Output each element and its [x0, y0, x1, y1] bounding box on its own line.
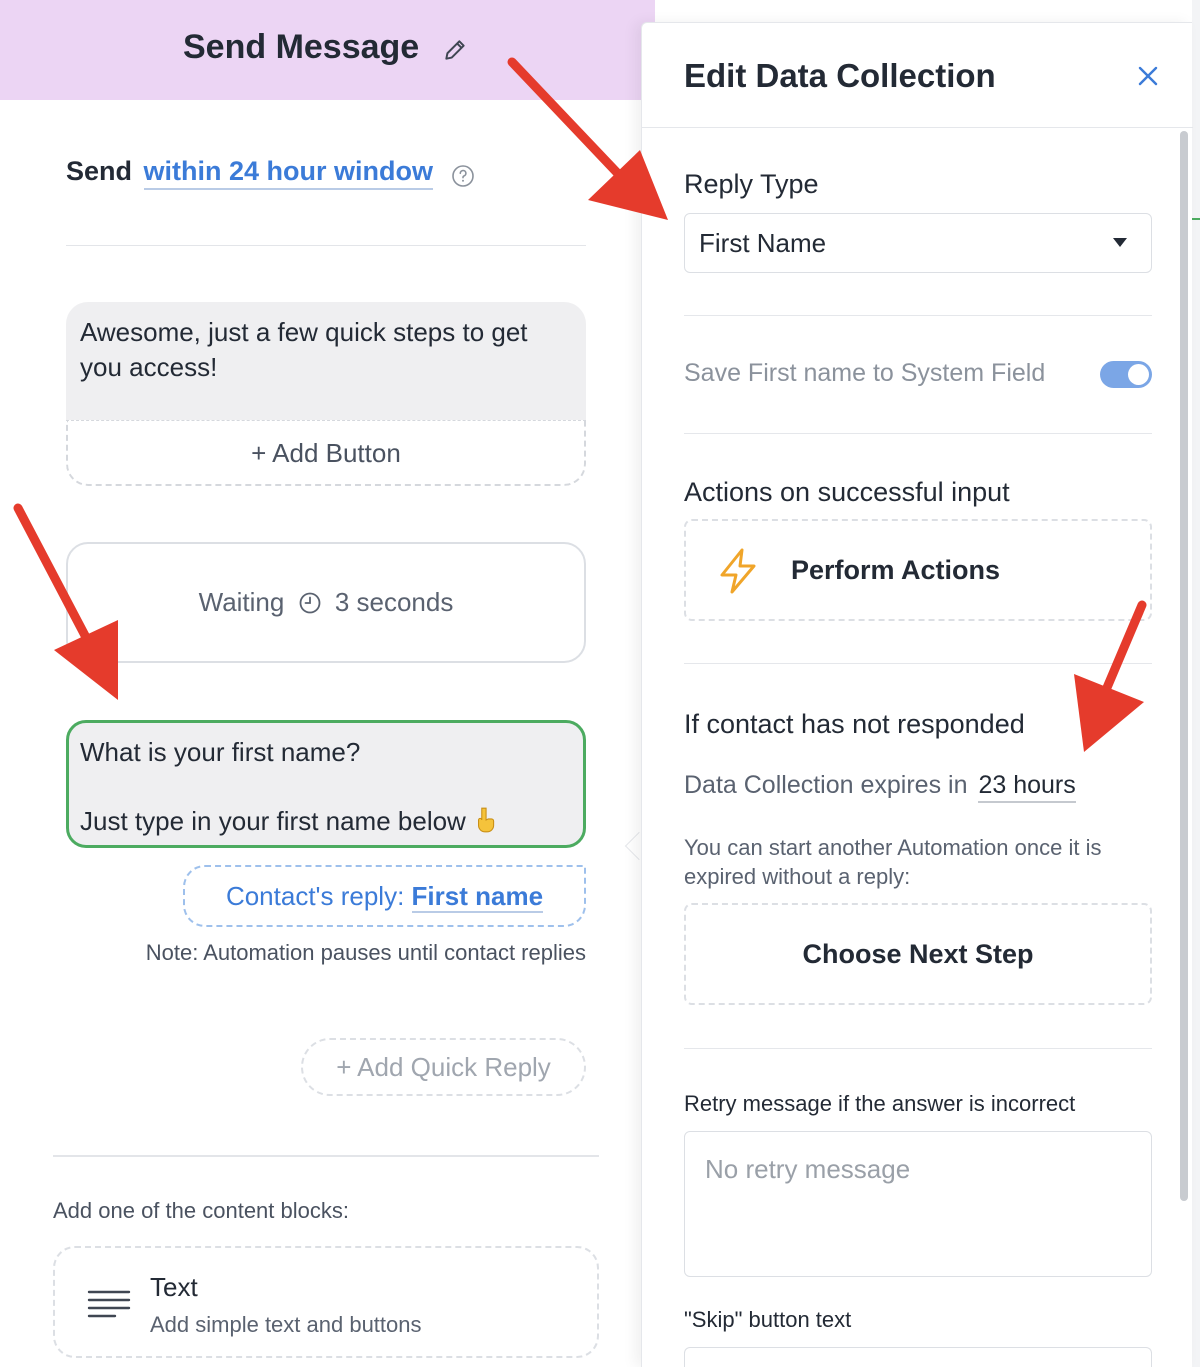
send-window-setting: Send within 24 hour window [66, 156, 434, 190]
expires-value[interactable]: 23 hours [978, 771, 1076, 803]
skip-button-text-input[interactable] [684, 1347, 1152, 1367]
flow-editor: Send Message Send within 24 hour window … [0, 0, 655, 1367]
text-content-block[interactable]: Text Add simple text and buttons [53, 1246, 599, 1358]
text-block-description: Add simple text and buttons [150, 1312, 422, 1337]
send-label: Send [66, 156, 133, 186]
question-line-1: What is your first name? [80, 737, 361, 767]
divider [642, 127, 1193, 128]
pause-note: Note: Automation pauses until contact re… [145, 940, 586, 965]
node-title[interactable]: Send Message [183, 28, 419, 67]
node-header: Send Message [0, 0, 655, 100]
lines-icon [87, 1290, 131, 1318]
caret-down-icon [1113, 238, 1127, 247]
perform-actions-button[interactable]: Perform Actions [684, 519, 1152, 621]
point-down-icon [477, 807, 494, 833]
content-blocks-label: Add one of the content blocks: [53, 1198, 349, 1223]
delay-block[interactable]: Waiting 3 seconds [66, 542, 586, 663]
question-line-2-wrap: Just type in your first name below [80, 804, 572, 839]
canvas-edge [1192, 0, 1200, 1367]
divider [53, 1155, 599, 1157]
message-block[interactable]: Awesome, just a few quick steps to get y… [66, 302, 586, 486]
retry-message-input[interactable] [684, 1131, 1152, 1277]
reply-type-select[interactable]: First Name [684, 213, 1152, 273]
start-another-text: You can start another Automation once it… [684, 835, 1102, 889]
bolt-icon [720, 548, 756, 594]
save-system-field-label: Save First name to System Field [684, 359, 1046, 387]
add-button-button[interactable]: + Add Button [66, 420, 586, 486]
send-window-link[interactable]: within 24 hour window [143, 156, 434, 190]
divider [684, 663, 1152, 664]
divider [684, 433, 1152, 434]
contact-reply-value[interactable]: First name [411, 881, 544, 913]
question-block[interactable]: What is your first name? Just type in yo… [66, 720, 586, 848]
canvas-connector [1192, 218, 1200, 220]
expires-setting: Data Collection expires in 23 hours [684, 771, 1076, 803]
choose-next-step-button[interactable]: Choose Next Step [684, 903, 1152, 1005]
expires-label: Data Collection expires in [684, 771, 968, 799]
reply-type-value: First Name [699, 228, 827, 258]
message-text[interactable]: Awesome, just a few quick steps to get y… [66, 302, 586, 420]
panel-title: Edit Data Collection [684, 57, 996, 94]
reply-type-label: Reply Type [684, 169, 819, 199]
divider [684, 1048, 1152, 1049]
perform-actions-label: Perform Actions [791, 555, 1001, 585]
divider [66, 245, 586, 246]
save-system-field-toggle[interactable] [1100, 361, 1152, 388]
close-icon[interactable] [1136, 64, 1160, 88]
pencil-icon[interactable] [442, 37, 468, 63]
waiting-label: Waiting [198, 587, 285, 617]
question-line-2: Just type in your first name below [80, 806, 466, 836]
retry-message-label: Retry message if the answer is incorrect [684, 1091, 1076, 1116]
divider [684, 315, 1152, 316]
help-circle-icon[interactable] [451, 164, 475, 188]
add-quick-reply-button[interactable]: + Add Quick Reply [301, 1038, 586, 1096]
actions-label: Actions on successful input [684, 477, 1010, 507]
edit-data-collection-panel: Edit Data Collection Reply Type First Na… [641, 22, 1193, 1367]
not-responded-label: If contact has not responded [684, 709, 1025, 739]
skip-button-text-label: "Skip" button text [684, 1307, 852, 1332]
contact-reply-prefix: Contact's reply: [225, 881, 405, 911]
panel-scrollbar[interactable] [1180, 131, 1188, 1201]
contact-reply-chip[interactable]: Contact's reply: First name [183, 865, 586, 927]
text-block-title: Text [150, 1272, 198, 1302]
waiting-value: 3 seconds [334, 587, 454, 617]
clock-icon [299, 592, 320, 614]
toggle-knob [1128, 364, 1149, 385]
